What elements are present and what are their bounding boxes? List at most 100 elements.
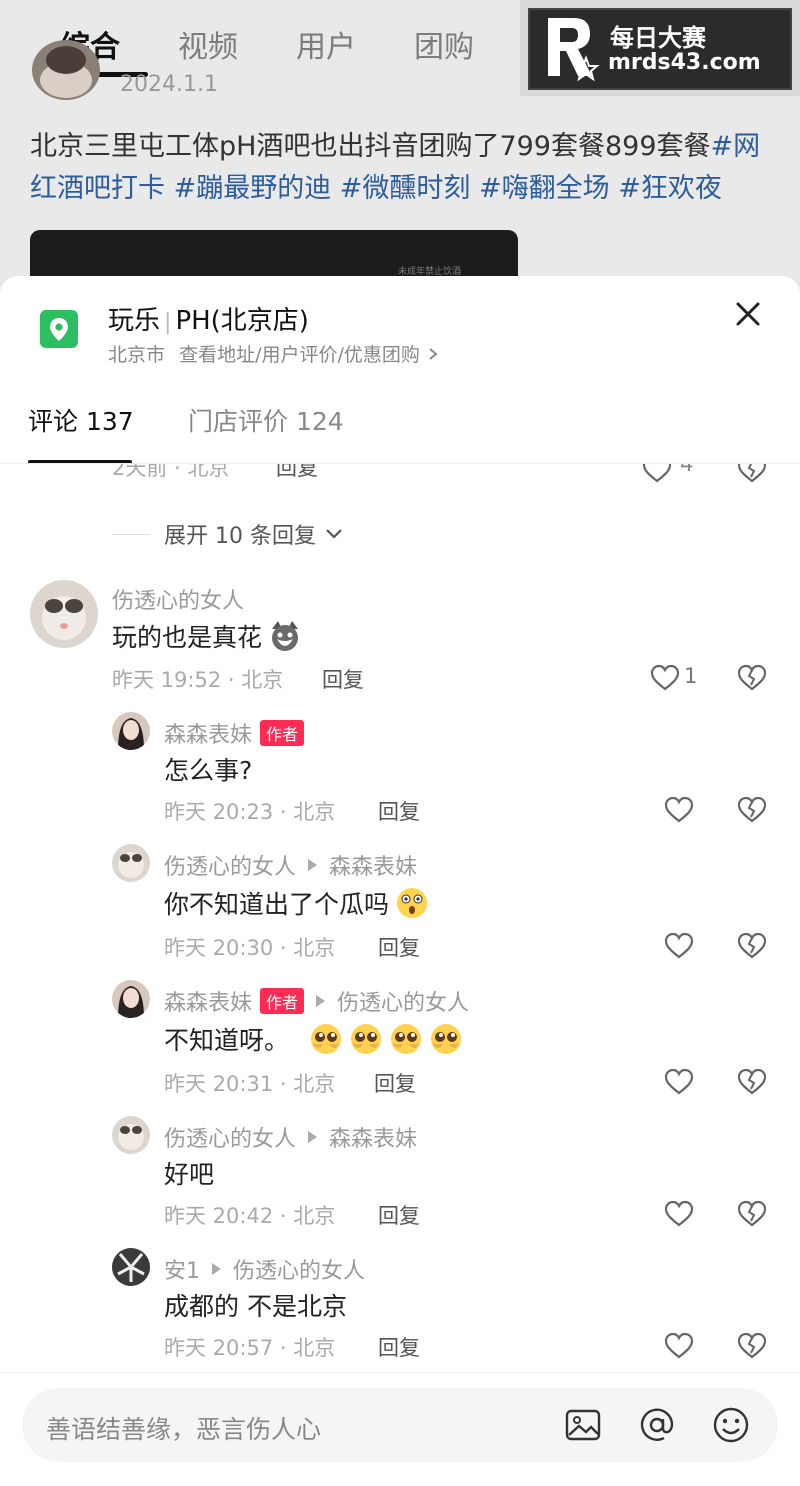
- reply-button[interactable]: 回复: [276, 464, 318, 482]
- broken-heart-icon[interactable]: [737, 1068, 767, 1096]
- close-icon[interactable]: [730, 296, 766, 332]
- shop-name: PH(北京店): [175, 306, 309, 336]
- broken-heart-icon[interactable]: [737, 932, 767, 960]
- comment-time: 2天前 · 北京: [112, 464, 230, 480]
- reply-button[interactable]: 回复: [378, 1200, 420, 1230]
- post-author-avatar[interactable]: [32, 40, 100, 100]
- heart-icon[interactable]: [650, 664, 680, 692]
- comment-input-placeholder: 善语结善缘，恶言伤人心: [46, 1415, 322, 1444]
- replier-avatar[interactable]: [112, 980, 150, 1018]
- shop-title[interactable]: 玩乐 | PH(北京店): [108, 300, 309, 337]
- heart-icon[interactable]: [664, 1332, 694, 1360]
- partial-comment-row: 2天前 · 北京 回复 4: [0, 464, 800, 504]
- reply-arrow-icon: [308, 1131, 318, 1143]
- heart-icon[interactable]: [642, 464, 672, 484]
- replier-avatar[interactable]: [112, 1248, 150, 1286]
- shop-category: 玩乐: [108, 306, 161, 336]
- broken-heart-icon[interactable]: [737, 796, 767, 824]
- replier-name[interactable]: 伤透心的女人: [164, 849, 296, 881]
- comment-time: 昨天 20:23 · 北京: [164, 800, 336, 824]
- reply-button[interactable]: 回复: [378, 1332, 420, 1362]
- replier-name-row: 安1 伤透心的女人: [164, 1253, 365, 1285]
- reply-button[interactable]: 回复: [378, 932, 420, 962]
- replier-name[interactable]: 森森表妹: [164, 985, 252, 1017]
- replier-name[interactable]: 安1: [164, 1253, 200, 1285]
- watermark-url: mrds43.com: [608, 50, 761, 75]
- reply-to-name[interactable]: 伤透心的女人: [337, 985, 469, 1017]
- pleading-emoji-icon: [431, 1024, 462, 1054]
- reply-to-name[interactable]: 森森表妹: [329, 849, 417, 881]
- heart-icon[interactable]: [664, 1200, 694, 1228]
- pleading-emoji-group: [303, 1022, 463, 1056]
- tab-group-buy[interactable]: 团购: [414, 22, 474, 66]
- image-icon[interactable]: [564, 1406, 602, 1444]
- shop-separator: |: [164, 310, 172, 335]
- replier-name[interactable]: 伤透心的女人: [164, 1121, 296, 1153]
- watermark-logo-icon: [548, 18, 600, 82]
- heart-icon[interactable]: [664, 1068, 694, 1096]
- comment-body: 玩的也是真花: [112, 623, 263, 652]
- replier-avatar[interactable]: [112, 844, 150, 882]
- watermark-title: 每日大赛: [610, 24, 706, 52]
- reply-arrow-icon: [316, 995, 326, 1007]
- reply-arrow-icon: [308, 859, 318, 871]
- broken-heart-icon[interactable]: [737, 1200, 767, 1228]
- broken-heart-icon[interactable]: [737, 664, 767, 692]
- post-body: 北京三里屯工体pH酒吧也出抖音团购了799套餐899套餐: [30, 131, 711, 162]
- comment-text: 玩的也是真花: [112, 618, 302, 654]
- reply-to-name[interactable]: 伤透心的女人: [233, 1253, 365, 1285]
- shop-city: 北京市: [108, 344, 166, 366]
- reply-button[interactable]: 回复: [378, 796, 420, 826]
- tab-video[interactable]: 视频: [178, 22, 238, 66]
- replier-name-row: 森森表妹 作者: [164, 717, 305, 749]
- heart-icon[interactable]: [664, 796, 694, 824]
- tab-users[interactable]: 用户: [296, 22, 356, 66]
- pleading-emoji-icon: [311, 1024, 342, 1054]
- expand-replies-button[interactable]: 展开 10 条回复: [112, 518, 344, 550]
- broken-heart-icon[interactable]: [737, 1332, 767, 1360]
- pleading-emoji-icon: [391, 1024, 422, 1054]
- comment-body: 你不知道出了个瓜吗: [164, 890, 390, 919]
- shop-subtitle[interactable]: 北京市 查看地址/用户评价/优惠团购: [108, 340, 438, 367]
- reply-arrow-icon: [212, 1263, 221, 1275]
- expand-label: 展开 10 条回复: [164, 524, 316, 549]
- chevron-down-icon: [326, 529, 342, 539]
- location-pin-icon: [40, 310, 78, 348]
- comment-time: 昨天 20:42 · 北京: [164, 1204, 336, 1228]
- commenter-name[interactable]: 伤透心的女人: [112, 583, 244, 615]
- comment-text: 怎么事?: [164, 756, 253, 785]
- post-date: 2024.1.1: [120, 72, 218, 97]
- pleading-emoji-icon: [351, 1024, 382, 1054]
- comment-body: 不知道呀。: [164, 1026, 290, 1055]
- author-badge: 作者: [260, 720, 305, 746]
- mention-icon[interactable]: [638, 1406, 676, 1444]
- comment-text: 好吧: [164, 1160, 215, 1189]
- tab-comments[interactable]: 评论 137: [28, 402, 134, 438]
- comment-time: 昨天 20:57 · 北京: [164, 1336, 336, 1360]
- chevron-right-icon: [429, 348, 438, 360]
- replier-name-row: 森森表妹 作者 伤透心的女人: [164, 985, 469, 1017]
- comment-text: 不知道呀。: [164, 1021, 463, 1057]
- comment-sheet: [0, 276, 800, 1486]
- replier-avatar[interactable]: [112, 712, 150, 750]
- emoji-icon[interactable]: [712, 1406, 750, 1444]
- replier-avatar[interactable]: [112, 1116, 150, 1154]
- heart-icon[interactable]: [664, 932, 694, 960]
- reply-button[interactable]: 回复: [374, 1068, 416, 1098]
- broken-heart-icon[interactable]: [737, 464, 767, 484]
- dog-emoji-icon: [272, 621, 299, 651]
- author-badge: 作者: [260, 988, 305, 1014]
- reply-button[interactable]: 回复: [322, 664, 364, 694]
- like-count: 4: [680, 464, 694, 476]
- shop-links: 查看地址/用户评价/优惠团购: [179, 344, 420, 366]
- tab-store-reviews[interactable]: 门店评价 124: [188, 402, 344, 438]
- shocked-emoji-icon: [397, 888, 428, 918]
- comment-text: 你不知道出了个瓜吗: [164, 885, 429, 921]
- comment-time: 昨天 20:30 · 北京: [164, 936, 336, 960]
- comment-time: 昨天 19:52 · 北京: [112, 668, 284, 692]
- replier-name-row: 伤透心的女人 森森表妹: [164, 1121, 417, 1153]
- replier-name[interactable]: 森森表妹: [164, 717, 252, 749]
- reply-to-name[interactable]: 森森表妹: [329, 1121, 417, 1153]
- post-text: 北京三里屯工体pH酒吧也出抖音团购了799套餐899套餐#网红酒吧打卡 #蹦最野…: [30, 126, 775, 210]
- commenter-avatar[interactable]: [30, 580, 98, 648]
